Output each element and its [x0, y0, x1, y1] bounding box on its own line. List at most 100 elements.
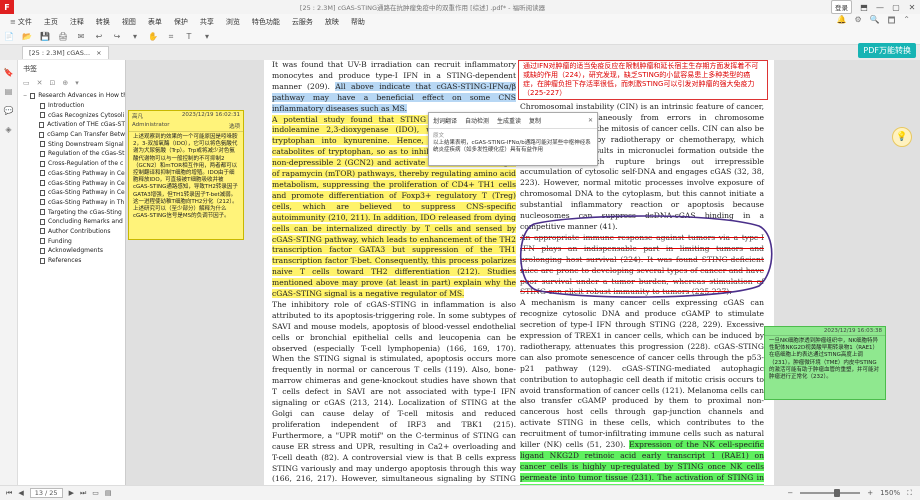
- menu-cloud[interactable]: 云服务: [286, 17, 319, 27]
- bookmark-item[interactable]: cGas-Sting Pathway in Th: [18, 198, 125, 208]
- bell-icon[interactable]: 🔔: [837, 15, 847, 29]
- bookmark-label: Funding: [48, 237, 72, 245]
- maximize-button[interactable]: ▢: [888, 3, 904, 12]
- new-file-icon[interactable]: 📄: [4, 32, 14, 42]
- yellow-note-popup[interactable]: 高凡 2023/12/19 16:02:31 Administrator 选项 …: [128, 110, 244, 240]
- bookmark-item[interactable]: Acknowledgments: [18, 246, 125, 256]
- ink-circle-annotation[interactable]: [514, 212, 774, 300]
- note-body[interactable]: 一旦NK细胞渗透到肿瘤组织中，NK细胞特异性配体NKG2D视黄酸早期转录物1（R…: [765, 335, 885, 383]
- bookmark-icon: [40, 247, 45, 254]
- email-icon[interactable]: ✉: [76, 32, 86, 42]
- bookmark-tool-icon[interactable]: ▭: [23, 79, 30, 87]
- bookmark-item[interactable]: cGas-Sting Pathway in Ce: [18, 188, 125, 198]
- bookmark-item[interactable]: Activation of THE cGas-ST: [18, 120, 125, 130]
- print-icon[interactable]: 🖨: [58, 32, 68, 42]
- minimize-button[interactable]: —: [872, 3, 888, 12]
- undo-icon[interactable]: ↩: [94, 32, 104, 42]
- bookmark-label: Acknowledgments: [48, 247, 103, 255]
- quick-toolbar: 📄 📂 💾 🖨 ✉ ↩ ↪ ▾ ✋ ⌗ T ▾: [0, 29, 920, 45]
- zoom-slider[interactable]: [800, 489, 861, 497]
- zoom-slider-knob[interactable]: [833, 489, 840, 497]
- document-view[interactable]: It was found that UV-B irradiation can r…: [126, 60, 920, 485]
- bookmark-item[interactable]: Introduction: [18, 101, 125, 111]
- prev-page-icon[interactable]: ◀: [18, 489, 23, 497]
- text-tool-icon[interactable]: T: [184, 32, 194, 42]
- close-tab-icon[interactable]: ×: [96, 49, 101, 57]
- lightbulb-icon[interactable]: 💡: [892, 127, 912, 147]
- bookmark-item[interactable]: cGas-Sting Pathway in Ce: [18, 178, 125, 188]
- pdf-convert-button[interactable]: PDF万能转换: [858, 43, 916, 58]
- window-icon[interactable]: 🗖: [888, 15, 896, 29]
- bookmark-item[interactable]: Funding: [18, 236, 125, 246]
- menu-browse[interactable]: 浏览: [220, 17, 246, 27]
- layers-icon[interactable]: ◈: [5, 125, 11, 134]
- bookmark-item[interactable]: References: [18, 256, 125, 266]
- bookmark-item[interactable]: cGas Recognizes Cytosoli: [18, 110, 125, 120]
- add-bookmark-icon[interactable]: ⊕: [62, 79, 68, 87]
- bookmark-item[interactable]: Regulation of the cGas-St: [18, 149, 125, 159]
- page-number-field[interactable]: 13 / 25: [29, 488, 63, 498]
- close-window-button[interactable]: ✕: [904, 3, 920, 12]
- bookmark-item[interactable]: Concluding Remarks and: [18, 217, 125, 227]
- gear-icon[interactable]: ⚙: [855, 15, 862, 29]
- bookmark-item[interactable]: Cross-Regulation of the c: [18, 159, 125, 169]
- bookmark-item[interactable]: Targeting the cGas-Sting: [18, 207, 125, 217]
- last-page-icon[interactable]: ⏭: [80, 489, 86, 498]
- menu-form[interactable]: 表单: [142, 17, 168, 27]
- bookmark-item[interactable]: cGamp Can Transfer Betw: [18, 130, 125, 140]
- language-dropdown[interactable]: 自动检测: [465, 116, 489, 125]
- login-button[interactable]: 登录: [831, 0, 852, 14]
- document-tab[interactable]: [25 : 2.3M] cGAS... ×: [22, 46, 109, 59]
- menu-protect[interactable]: 保护: [168, 17, 194, 27]
- copy-button[interactable]: 复制: [529, 116, 541, 125]
- comment-panel-icon[interactable]: 💬: [4, 106, 14, 115]
- dropdown-icon[interactable]: ▾: [130, 32, 140, 42]
- reread-button[interactable]: 生成重读: [497, 116, 521, 125]
- expand-icon[interactable]: −: [23, 93, 27, 99]
- zoom-in-icon[interactable]: +: [867, 489, 873, 497]
- select-tool-icon[interactable]: ⌗: [166, 32, 176, 42]
- toolbar-dropdown-icon[interactable]: ▾: [202, 32, 212, 42]
- bookmark-item[interactable]: − Research Advances in How th: [18, 91, 125, 101]
- menu-convert[interactable]: 转换: [90, 17, 116, 27]
- menu-annotate[interactable]: 注释: [64, 17, 90, 27]
- note-body[interactable]: 上述观察到的效果的一个可能原因是吲哚胺2，3-双加氧酶（IDO），它可以将色氨酸…: [129, 131, 243, 222]
- bookmark-icon: [40, 209, 45, 216]
- bookmark-item[interactable]: cGas-Sting Pathway in Ce: [18, 169, 125, 179]
- bookmark-label: Cross-Regulation of the c: [48, 160, 124, 168]
- menu-help[interactable]: 帮助: [345, 17, 371, 27]
- menu-slideshow[interactable]: 放映: [319, 17, 345, 27]
- hand-tool-icon[interactable]: ✋: [148, 32, 158, 42]
- fullscreen-icon[interactable]: ⛶: [907, 489, 912, 498]
- delete-bookmark-icon[interactable]: ✕: [37, 79, 43, 87]
- bookmark-options-icon[interactable]: ▾: [75, 79, 79, 87]
- collapse-ribbon-icon[interactable]: ⌃: [903, 15, 910, 29]
- close-icon[interactable]: ✕: [588, 117, 593, 124]
- bookmark-label: cGas-Sting Pathway in Th: [48, 198, 125, 206]
- red-text-box-annotation[interactable]: 通过IFN对肿瘤的适当免疫反应在限制肿瘤和延长宿主生存期方面发挥着不可或缺的作用…: [518, 60, 768, 100]
- menu-home[interactable]: 主页: [38, 17, 64, 27]
- bookmark-item[interactable]: Author Contributions: [18, 227, 125, 237]
- redo-icon[interactable]: ↪: [112, 32, 122, 42]
- restore-icon[interactable]: ⬒: [856, 3, 872, 12]
- menu-view[interactable]: 视图: [116, 17, 142, 27]
- first-page-icon[interactable]: ⏮: [6, 489, 12, 498]
- note-options[interactable]: 选项: [229, 122, 240, 130]
- save-icon[interactable]: 💾: [40, 32, 50, 42]
- menu-icon: ≡: [10, 17, 16, 26]
- menu-features[interactable]: 特色功能: [246, 17, 286, 27]
- bookmark-item[interactable]: Sting Downstream Signal: [18, 139, 125, 149]
- search-icon[interactable]: 🔍: [870, 15, 880, 29]
- open-folder-icon[interactable]: 📂: [22, 32, 32, 42]
- bookmark-panel-icon[interactable]: 🔖: [4, 68, 14, 77]
- page-thumbnail-icon[interactable]: ▤: [5, 87, 13, 96]
- zoom-out-icon[interactable]: −: [787, 489, 793, 497]
- green-note-popup[interactable]: 2023/12/19 16:03:38 一旦NK细胞渗透到肿瘤组织中，NK细胞特…: [764, 326, 886, 400]
- expand-all-icon[interactable]: ⊡: [50, 79, 56, 87]
- continuous-view-icon[interactable]: ▤: [105, 489, 112, 497]
- next-page-icon[interactable]: ▶: [69, 489, 74, 497]
- zoom-level[interactable]: 150%: [880, 489, 900, 497]
- menu-file[interactable]: ≡ 文件: [4, 17, 38, 27]
- menu-share[interactable]: 共享: [194, 17, 220, 27]
- single-page-view-icon[interactable]: ▭: [92, 489, 99, 497]
